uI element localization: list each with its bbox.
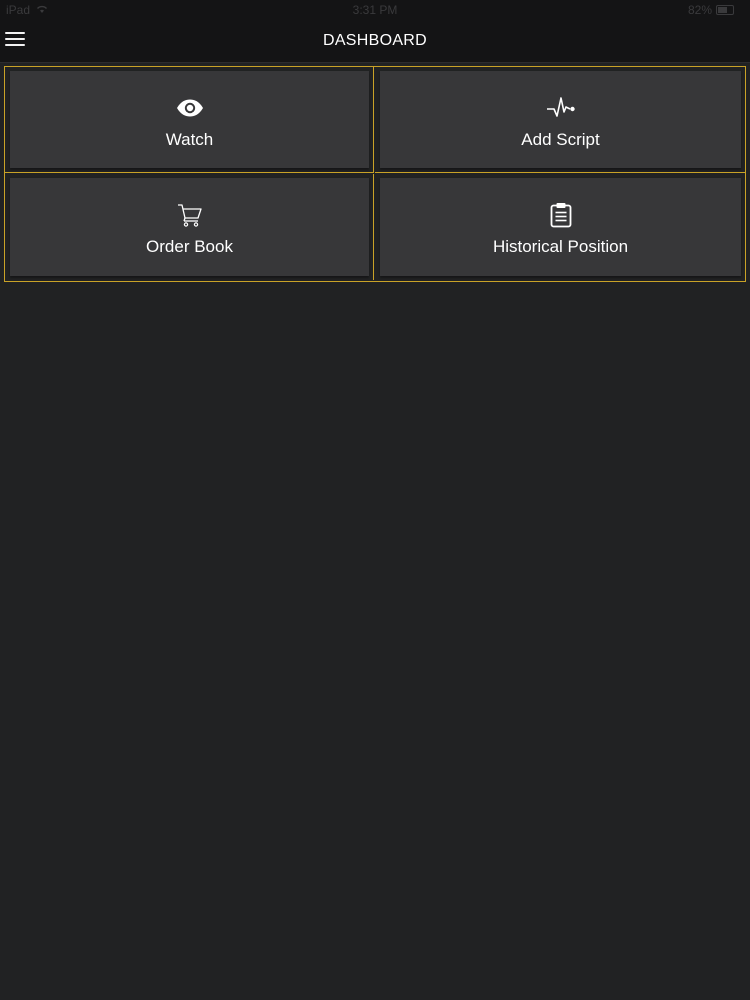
historical-position-label: Historical Position — [492, 237, 629, 256]
historical-position-tile[interactable]: Historical Position — [375, 174, 745, 280]
status-bar: iPad 3:31 PM 82% — [0, 0, 750, 20]
dashboard-grid: Watch Add Script Order Book Historical P… — [4, 66, 746, 282]
order-book-tile[interactable]: Order Book — [5, 174, 374, 280]
battery-icon — [716, 5, 734, 15]
historical-position-tile-surface[interactable]: Historical Position — [380, 178, 741, 276]
order-book-tile-surface[interactable]: Order Book — [10, 178, 369, 276]
watch-label: Watch — [165, 130, 214, 149]
navigation-bar: DASHBOARD — [0, 20, 750, 63]
add-script-tile-surface[interactable]: Add Script — [380, 71, 741, 168]
clipboard-icon — [380, 202, 741, 228]
eye-icon — [10, 95, 369, 121]
status-time: 3:31 PM — [352, 3, 398, 17]
add-script-tile[interactable]: Add Script — [375, 67, 745, 173]
page-title: DASHBOARD — [322, 32, 428, 49]
watch-tile[interactable]: Watch — [5, 67, 374, 173]
order-book-label: Order Book — [146, 237, 233, 256]
watch-tile-surface[interactable]: Watch — [10, 71, 369, 168]
add-script-label: Add Script — [521, 130, 600, 149]
cart-icon — [10, 202, 369, 228]
battery-percentage: 82% — [687, 3, 712, 17]
pulse-icon — [380, 95, 741, 121]
